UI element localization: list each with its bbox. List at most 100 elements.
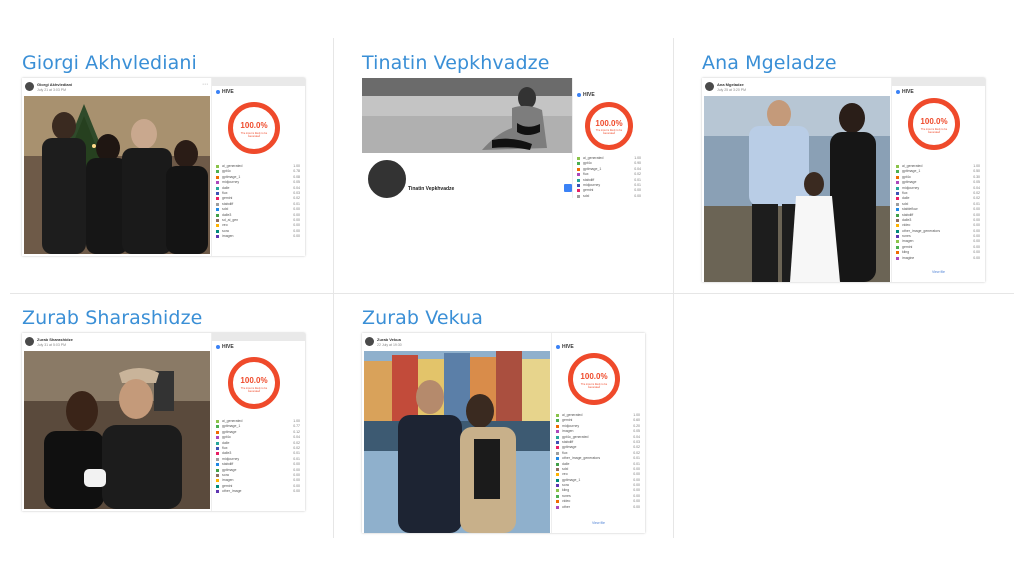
- more-icon[interactable]: ⋯: [202, 81, 208, 88]
- color-swatch: [216, 430, 219, 434]
- hive-toolbar: [212, 78, 305, 86]
- color-swatch: [216, 165, 219, 168]
- score-percent: 100.0%: [240, 376, 268, 385]
- model-score: 0.00: [293, 472, 300, 477]
- color-swatch: [556, 424, 559, 428]
- model-label: video: [562, 499, 571, 504]
- color-swatch: [216, 473, 219, 477]
- profile-cell: Ana Mgeladze Ana Mgeladze July 25 at 3:2…: [702, 52, 1022, 287]
- color-swatch: [216, 490, 219, 494]
- hive-logo: HIVE: [896, 89, 914, 95]
- color-swatch: [556, 414, 559, 417]
- color-swatch: [216, 191, 219, 195]
- color-swatch: [577, 189, 580, 193]
- color-swatch: [556, 451, 559, 455]
- model-label: dalle3: [902, 217, 912, 222]
- model-label: gptimage_1: [222, 424, 241, 429]
- color-swatch: [216, 457, 219, 461]
- color-swatch: [896, 218, 899, 222]
- model-label: other: [562, 504, 570, 509]
- facebook-post: Giorgi Akhvlediani July 21 at 3:03 PM ⋯: [22, 78, 212, 256]
- model-list: ai_generated 1.00 gptimage_1 0.77 gptimage 0.…: [216, 419, 300, 494]
- post-photo: [364, 351, 550, 533]
- model-label: gpt4o: [583, 161, 592, 166]
- person-name: Zurab Sharashidze: [22, 307, 203, 329]
- avatar: [705, 82, 714, 91]
- model-score: 0.01: [293, 456, 300, 461]
- hive-dot-icon: [896, 89, 900, 94]
- color-swatch: [556, 419, 559, 423]
- score-caption: The input is likely to be Generated: [580, 383, 608, 389]
- model-label: sora: [222, 228, 229, 233]
- model-label: midjourney: [902, 185, 920, 190]
- model-score: 0.01: [973, 201, 980, 206]
- color-swatch: [896, 165, 899, 168]
- color-swatch: [896, 229, 899, 233]
- score-caption: The input is likely to be Generated: [595, 129, 623, 135]
- color-swatch: [556, 435, 559, 439]
- model-label: gemini: [583, 188, 594, 193]
- model-score: 0.00: [973, 228, 980, 233]
- color-swatch: [556, 494, 559, 498]
- model-label: stabdiff: [222, 201, 234, 206]
- model-label: other_image_generators: [562, 456, 601, 461]
- model-list: ai_generated 1.00 gptimage_1 0.50 gpt4o 0.30 g…: [896, 164, 980, 261]
- model-label: gpt4o: [902, 174, 911, 179]
- score-caption: The input is likely to be Generated: [920, 128, 948, 134]
- color-swatch: [216, 441, 219, 445]
- model-score: 0.01: [293, 451, 300, 456]
- profile-cell: Tinatin Vepkhvadze Tinatin Vepkhvadze HI…: [362, 52, 682, 287]
- model-score: 0.00: [293, 467, 300, 472]
- color-swatch: [577, 173, 580, 177]
- hive-panel: HIVE 100.0% The input is likely to be Ge…: [211, 78, 305, 256]
- hive-dot-icon: [577, 92, 581, 97]
- model-score: 0.02: [973, 196, 980, 201]
- profile-picture[interactable]: [366, 158, 408, 198]
- model-label: imagen: [222, 234, 234, 239]
- model-label: sdxl: [902, 201, 909, 206]
- poster-name: Ana Mgeladze: [717, 82, 744, 87]
- facebook-post: Zurab Sharashidze July 31 at 5:03 PM: [22, 333, 212, 511]
- model-score: 0.00: [633, 504, 640, 509]
- model-label: sdxl: [562, 466, 569, 471]
- color-swatch: [896, 213, 899, 217]
- add-button[interactable]: [564, 184, 572, 192]
- model-score: 0.00: [293, 234, 300, 239]
- model-label: stableflow: [902, 207, 918, 212]
- post-photo: [704, 96, 890, 282]
- color-swatch: [577, 183, 580, 187]
- model-label: sd_ai_gen: [222, 217, 239, 222]
- model-score: 0.02: [293, 440, 300, 445]
- model-score: 0.02: [633, 450, 640, 455]
- color-swatch: [896, 240, 899, 244]
- model-label: veo: [562, 472, 568, 477]
- model-score: 0.78: [293, 169, 300, 174]
- model-label: other_image: [222, 489, 242, 494]
- model-score: 0.02: [293, 196, 300, 201]
- model-score: 0.05: [293, 180, 300, 185]
- view-file-link[interactable]: View file: [552, 521, 645, 525]
- model-label: veo: [222, 223, 228, 228]
- person-name: Giorgi Akhvlediani: [22, 52, 197, 74]
- person-name: Ana Mgeladze: [702, 52, 837, 74]
- model-score: 0.00: [293, 462, 300, 467]
- view-file-link[interactable]: View file: [892, 270, 985, 274]
- color-swatch: [216, 202, 219, 206]
- model-label: gptimage: [562, 445, 577, 450]
- model-score: 0.00: [633, 488, 640, 493]
- color-swatch: [216, 208, 219, 212]
- post-date: July 31 at 5:03 PM: [37, 343, 66, 347]
- color-swatch: [216, 452, 219, 456]
- model-score: 0.00: [973, 223, 980, 228]
- post-date: July 21 at 3:03 PM: [37, 88, 66, 92]
- model-label: dalle: [902, 196, 910, 201]
- model-label: gptimage_1: [222, 174, 241, 179]
- model-list: ai_generated 1.00 gemini 0.60 midjourney 0.20…: [556, 413, 640, 510]
- model-score: 0.00: [973, 234, 980, 239]
- model-label: midjourney: [562, 423, 580, 428]
- model-label: midjourney: [222, 180, 240, 185]
- model-score: 0.50: [973, 169, 980, 174]
- poster-name: Giorgi Akhvlediani: [37, 82, 73, 87]
- model-row: other 0.00: [556, 505, 640, 510]
- post-header: Zurab Sharashidze July 31 at 5:03 PM: [24, 334, 210, 350]
